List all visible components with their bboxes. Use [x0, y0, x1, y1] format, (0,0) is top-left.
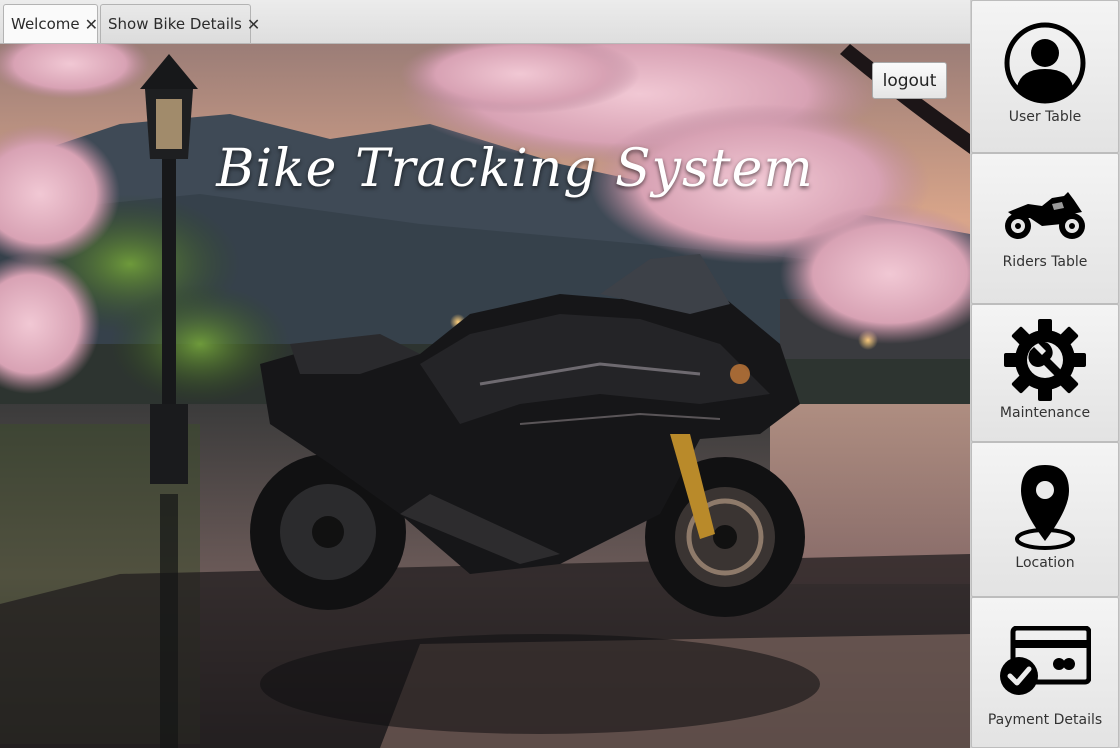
- payment-details-button[interactable]: Payment Details: [971, 597, 1119, 748]
- tab-show-bike-details[interactable]: Show Bike Details ✕: [100, 4, 260, 43]
- app-title: Bike Tracking System: [216, 139, 814, 199]
- logout-button[interactable]: logout: [872, 62, 947, 99]
- maintenance-label: Maintenance: [999, 405, 1091, 421]
- location-pin-icon: [1015, 465, 1075, 550]
- tab-welcome[interactable]: Welcome ✕: [3, 4, 98, 43]
- side-navigation: User Table Riders Table Maintenance Loca…: [970, 0, 1120, 748]
- gear-wrench-icon: [1004, 319, 1086, 401]
- user-table-label: User Table: [1008, 109, 1082, 125]
- payment-card-icon: [1000, 626, 1091, 695]
- close-icon[interactable]: ✕: [85, 15, 98, 34]
- close-icon[interactable]: ✕: [247, 15, 260, 34]
- welcome-panel: Bike Tracking System logout: [0, 44, 970, 748]
- location-label: Location: [1015, 555, 1075, 571]
- riders-table-button[interactable]: Riders Table: [971, 153, 1119, 304]
- riders-table-label: Riders Table: [1002, 254, 1088, 270]
- location-button[interactable]: Location: [971, 442, 1119, 597]
- user-table-button[interactable]: User Table: [971, 0, 1119, 153]
- payment-details-label: Payment Details: [987, 712, 1103, 728]
- motorcycle-icon: [1005, 192, 1085, 239]
- maintenance-button[interactable]: Maintenance: [971, 304, 1119, 442]
- tab-bar: Welcome ✕ Show Bike Details ✕: [0, 0, 970, 44]
- user-icon: [1004, 22, 1086, 104]
- tab-welcome-label: Welcome: [11, 15, 80, 33]
- tab-show-bike-details-label: Show Bike Details: [108, 15, 242, 33]
